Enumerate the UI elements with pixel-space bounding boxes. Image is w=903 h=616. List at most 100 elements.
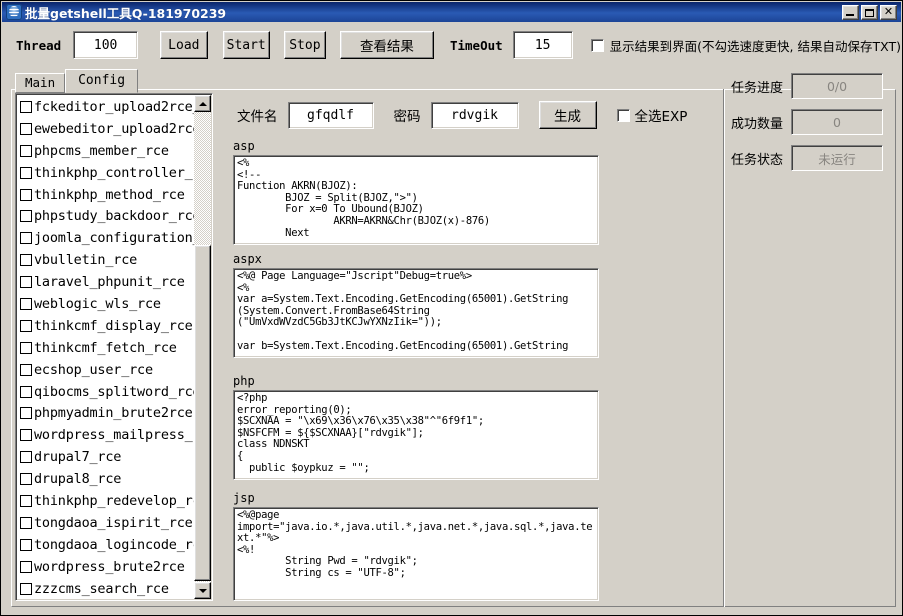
start-button[interactable]: Start <box>222 31 270 59</box>
generate-button[interactable]: 生成 <box>538 101 597 129</box>
close-button[interactable]: ✕ <box>880 4 897 20</box>
checkbox-icon[interactable] <box>20 254 32 267</box>
list-item-label: laravel_phpunit_rce <box>34 274 185 291</box>
list-item[interactable]: thinkphp_controller_r <box>18 162 196 184</box>
password-input[interactable] <box>430 101 519 129</box>
list-item[interactable]: fckeditor_upload2rce_ <box>18 96 196 118</box>
list-item[interactable]: weblogic_wls_rce <box>18 293 196 315</box>
list-item[interactable]: vbulletin_rce <box>18 249 196 271</box>
list-item-label: joomla_configuration_ <box>34 230 196 247</box>
code-group-php: php <?php error_reporting(0); $SCXNAA = … <box>233 374 599 480</box>
select-all-exp-checkbox[interactable]: 全选EXP <box>616 105 688 125</box>
checkbox-icon[interactable] <box>20 210 32 223</box>
code-text-asp: <% <!-- Function AKRN(BJOZ): BJOZ = Spli… <box>237 157 490 239</box>
checkbox-icon[interactable] <box>20 144 32 157</box>
list-item-label: wordpress_brute2rce <box>34 558 185 575</box>
select-all-exp-label: 全选EXP <box>634 109 688 125</box>
scrollbar-thumb[interactable] <box>194 245 211 581</box>
checkbox-icon[interactable] <box>20 516 32 529</box>
list-item-label: drupal8_rce <box>34 471 122 488</box>
password-label: 密码 <box>393 109 421 125</box>
maximize-button[interactable] <box>861 4 878 20</box>
checkbox-icon[interactable] <box>20 166 32 179</box>
list-item[interactable]: phpstudy_backdoor_rce <box>18 205 196 227</box>
tab-main[interactable]: Main <box>15 73 66 93</box>
progress-value: 0/0 <box>791 73 884 99</box>
list-item[interactable]: php_fpm_rce <box>18 599 196 600</box>
list-item[interactable]: zzzcms_search_rce <box>18 578 196 600</box>
success-value: 0 <box>791 109 884 135</box>
tab-config[interactable]: Config <box>65 69 139 93</box>
checkbox-icon[interactable] <box>20 341 32 354</box>
list-item[interactable]: thinkphp_redevelop_rc <box>18 490 196 512</box>
list-item[interactable]: tongdaoa_ispirit_rce <box>18 512 196 534</box>
scroll-up-button[interactable] <box>194 95 211 112</box>
load-button[interactable]: Load <box>160 31 208 59</box>
checkbox-icon[interactable] <box>20 494 32 507</box>
globe-icon <box>6 4 22 20</box>
status-row-state: 任务状态 未运行 <box>731 145 891 171</box>
stop-button[interactable]: Stop <box>283 31 326 59</box>
exploit-list[interactable]: fckeditor_upload2rce_ ewebeditor_upload2r… <box>15 93 213 601</box>
list-item-label: qibocms_splitword_rce <box>34 383 196 400</box>
list-item[interactable]: phpmyadmin_brute2rce <box>18 402 196 424</box>
checkbox-icon[interactable] <box>20 473 32 486</box>
list-item[interactable]: joomla_configuration_ <box>18 227 196 249</box>
minimize-button[interactable] <box>842 4 859 20</box>
code-box-aspx[interactable]: <%@ Page Language="Jscript"Debug=true%> … <box>233 268 599 358</box>
filename-input[interactable] <box>287 101 374 129</box>
code-box-php[interactable]: <?php error_reporting(0); $SCXNAA = "\x6… <box>233 390 599 480</box>
list-item-label: drupal7_rce <box>34 449 122 466</box>
list-item-label: thinkcmf_fetch_rce <box>34 339 177 356</box>
thread-label: Thread <box>16 37 62 53</box>
list-item[interactable]: wordpress_brute2rce <box>18 556 196 578</box>
checkbox-icon[interactable] <box>20 276 32 289</box>
checkbox-icon[interactable] <box>20 582 32 595</box>
state-value: 未运行 <box>791 145 884 171</box>
show-results-checkbox[interactable]: 显示结果到界面(不勾选速度更快, 结果自动保存TXT) <box>590 36 901 55</box>
exploit-list-scrollbar[interactable] <box>194 95 211 599</box>
view-results-button[interactable]: 查看结果 <box>339 31 434 59</box>
arrow-down-icon <box>198 588 207 593</box>
checkbox-icon[interactable] <box>20 407 32 420</box>
list-item-label: thinkcmf_display_rce <box>34 317 193 334</box>
list-item[interactable]: drupal8_rce <box>18 468 196 490</box>
thread-input[interactable] <box>73 31 139 59</box>
list-item[interactable]: drupal7_rce <box>18 446 196 468</box>
window-controls: ✕ <box>842 4 899 20</box>
checkbox-icon[interactable] <box>20 232 32 245</box>
timeout-input[interactable] <box>512 31 573 59</box>
list-item[interactable]: thinkcmf_display_rce <box>18 315 196 337</box>
list-item-label: thinkphp_redevelop_rc <box>34 492 196 509</box>
checkbox-icon[interactable] <box>20 122 32 135</box>
list-item[interactable]: phpcms_member_rce <box>18 140 196 162</box>
list-item[interactable]: wordpress_mailpress_r <box>18 424 196 446</box>
list-item[interactable]: qibocms_splitword_rce <box>18 381 196 403</box>
checkbox-icon[interactable] <box>20 319 32 332</box>
scroll-down-button[interactable] <box>194 582 211 599</box>
code-box-jsp[interactable]: <%@page import="java.io.*,java.util.*,ja… <box>233 507 599 601</box>
status-panel: 任务进度 0/0 成功数量 0 任务状态 未运行 <box>731 73 891 181</box>
progress-label: 任务进度 <box>731 80 784 96</box>
list-item-label: zzzcms_search_rce <box>34 580 169 597</box>
list-item[interactable]: ecshop_user_rce <box>18 359 196 381</box>
list-item[interactable]: thinkphp_method_rce <box>18 184 196 206</box>
code-text-aspx: <%@ Page Language="Jscript"Debug=true%> … <box>237 270 569 352</box>
checkbox-icon[interactable] <box>20 560 32 573</box>
checkbox-icon[interactable] <box>20 100 32 113</box>
list-item[interactable]: laravel_phpunit_rce <box>18 271 196 293</box>
list-item[interactable]: tongdaoa_logincode_rc <box>18 534 196 556</box>
checkbox-icon[interactable] <box>20 363 32 376</box>
list-item-label: phpstudy_backdoor_rce <box>34 208 196 225</box>
checkbox-icon[interactable] <box>20 297 32 310</box>
list-item[interactable]: thinkcmf_fetch_rce <box>18 337 196 359</box>
checkbox-icon[interactable] <box>20 188 32 201</box>
checkbox-icon[interactable] <box>20 429 32 442</box>
list-item-label: wordpress_mailpress_r <box>34 427 196 444</box>
checkbox-icon[interactable] <box>20 538 32 551</box>
code-box-asp[interactable]: <% <!-- Function AKRN(BJOZ): BJOZ = Spli… <box>233 155 599 245</box>
checkbox-icon[interactable] <box>20 385 32 398</box>
timeout-label: TimeOut <box>449 37 503 53</box>
list-item[interactable]: ewebeditor_upload2rce <box>18 118 196 140</box>
checkbox-icon[interactable] <box>20 451 32 464</box>
